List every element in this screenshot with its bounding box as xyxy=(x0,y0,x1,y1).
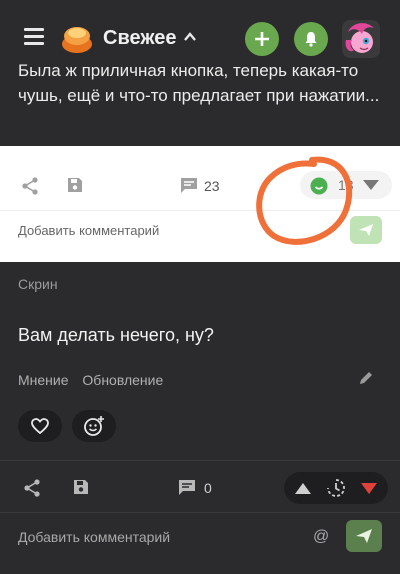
tag-item[interactable]: Мнение xyxy=(18,372,69,388)
rating-value: 13 xyxy=(338,177,354,193)
divider xyxy=(0,512,400,513)
chevron-up-icon[interactable] xyxy=(184,30,196,44)
add-reaction-button[interactable] xyxy=(72,410,116,442)
comments-count: 0 xyxy=(204,480,212,496)
bell-icon xyxy=(305,32,317,47)
section-label: Скрин xyxy=(18,276,58,292)
mention-icon[interactable]: @ xyxy=(313,528,329,546)
tag-item[interactable]: Обновление xyxy=(82,372,163,388)
feed-title[interactable]: Свежее xyxy=(103,27,177,50)
post-actions-card: 23 13 Добавить комментарий xyxy=(0,146,400,262)
rating-control: 13 xyxy=(300,171,392,199)
save-icon[interactable] xyxy=(72,478,90,496)
tag-list: Мнение Обновление xyxy=(18,372,173,388)
smile-icon[interactable] xyxy=(310,177,328,195)
edit-icon[interactable] xyxy=(358,370,374,386)
vote-down-icon[interactable] xyxy=(360,482,378,495)
heart-icon xyxy=(31,418,49,434)
post-text: Была ж приличная кнопка, теперь какая-то… xyxy=(18,61,380,105)
send-comment-button[interactable] xyxy=(346,520,382,552)
user-avatar[interactable] xyxy=(342,20,380,58)
rating-control xyxy=(284,472,388,504)
emoji-add-icon xyxy=(84,416,104,436)
create-post-button[interactable] xyxy=(245,22,279,56)
comments-count: 23 xyxy=(204,178,220,194)
share-icon[interactable] xyxy=(20,176,40,196)
plus-icon xyxy=(255,32,269,46)
share-icon[interactable] xyxy=(22,478,42,498)
comment-icon[interactable] xyxy=(180,176,198,194)
menu-icon[interactable] xyxy=(24,28,44,46)
notifications-button[interactable] xyxy=(294,22,328,56)
like-button[interactable] xyxy=(18,410,62,442)
save-icon[interactable] xyxy=(66,176,84,194)
send-comment-button[interactable] xyxy=(350,216,382,244)
comment-input[interactable]: Добавить комментарий xyxy=(18,223,159,238)
top-app-bar: Свежее xyxy=(0,0,400,62)
vote-up-icon[interactable] xyxy=(294,482,312,495)
divider xyxy=(0,210,400,211)
pending-clock-icon xyxy=(327,479,345,497)
comment-input[interactable]: Добавить комментарий xyxy=(18,529,170,545)
app-logo xyxy=(60,24,94,54)
vote-down-icon[interactable] xyxy=(362,179,380,191)
send-icon xyxy=(359,224,373,236)
send-icon xyxy=(356,529,372,543)
divider xyxy=(0,460,400,461)
post-title[interactable]: Вам делать нечего, ну? xyxy=(18,325,214,346)
comment-icon[interactable] xyxy=(178,478,196,496)
